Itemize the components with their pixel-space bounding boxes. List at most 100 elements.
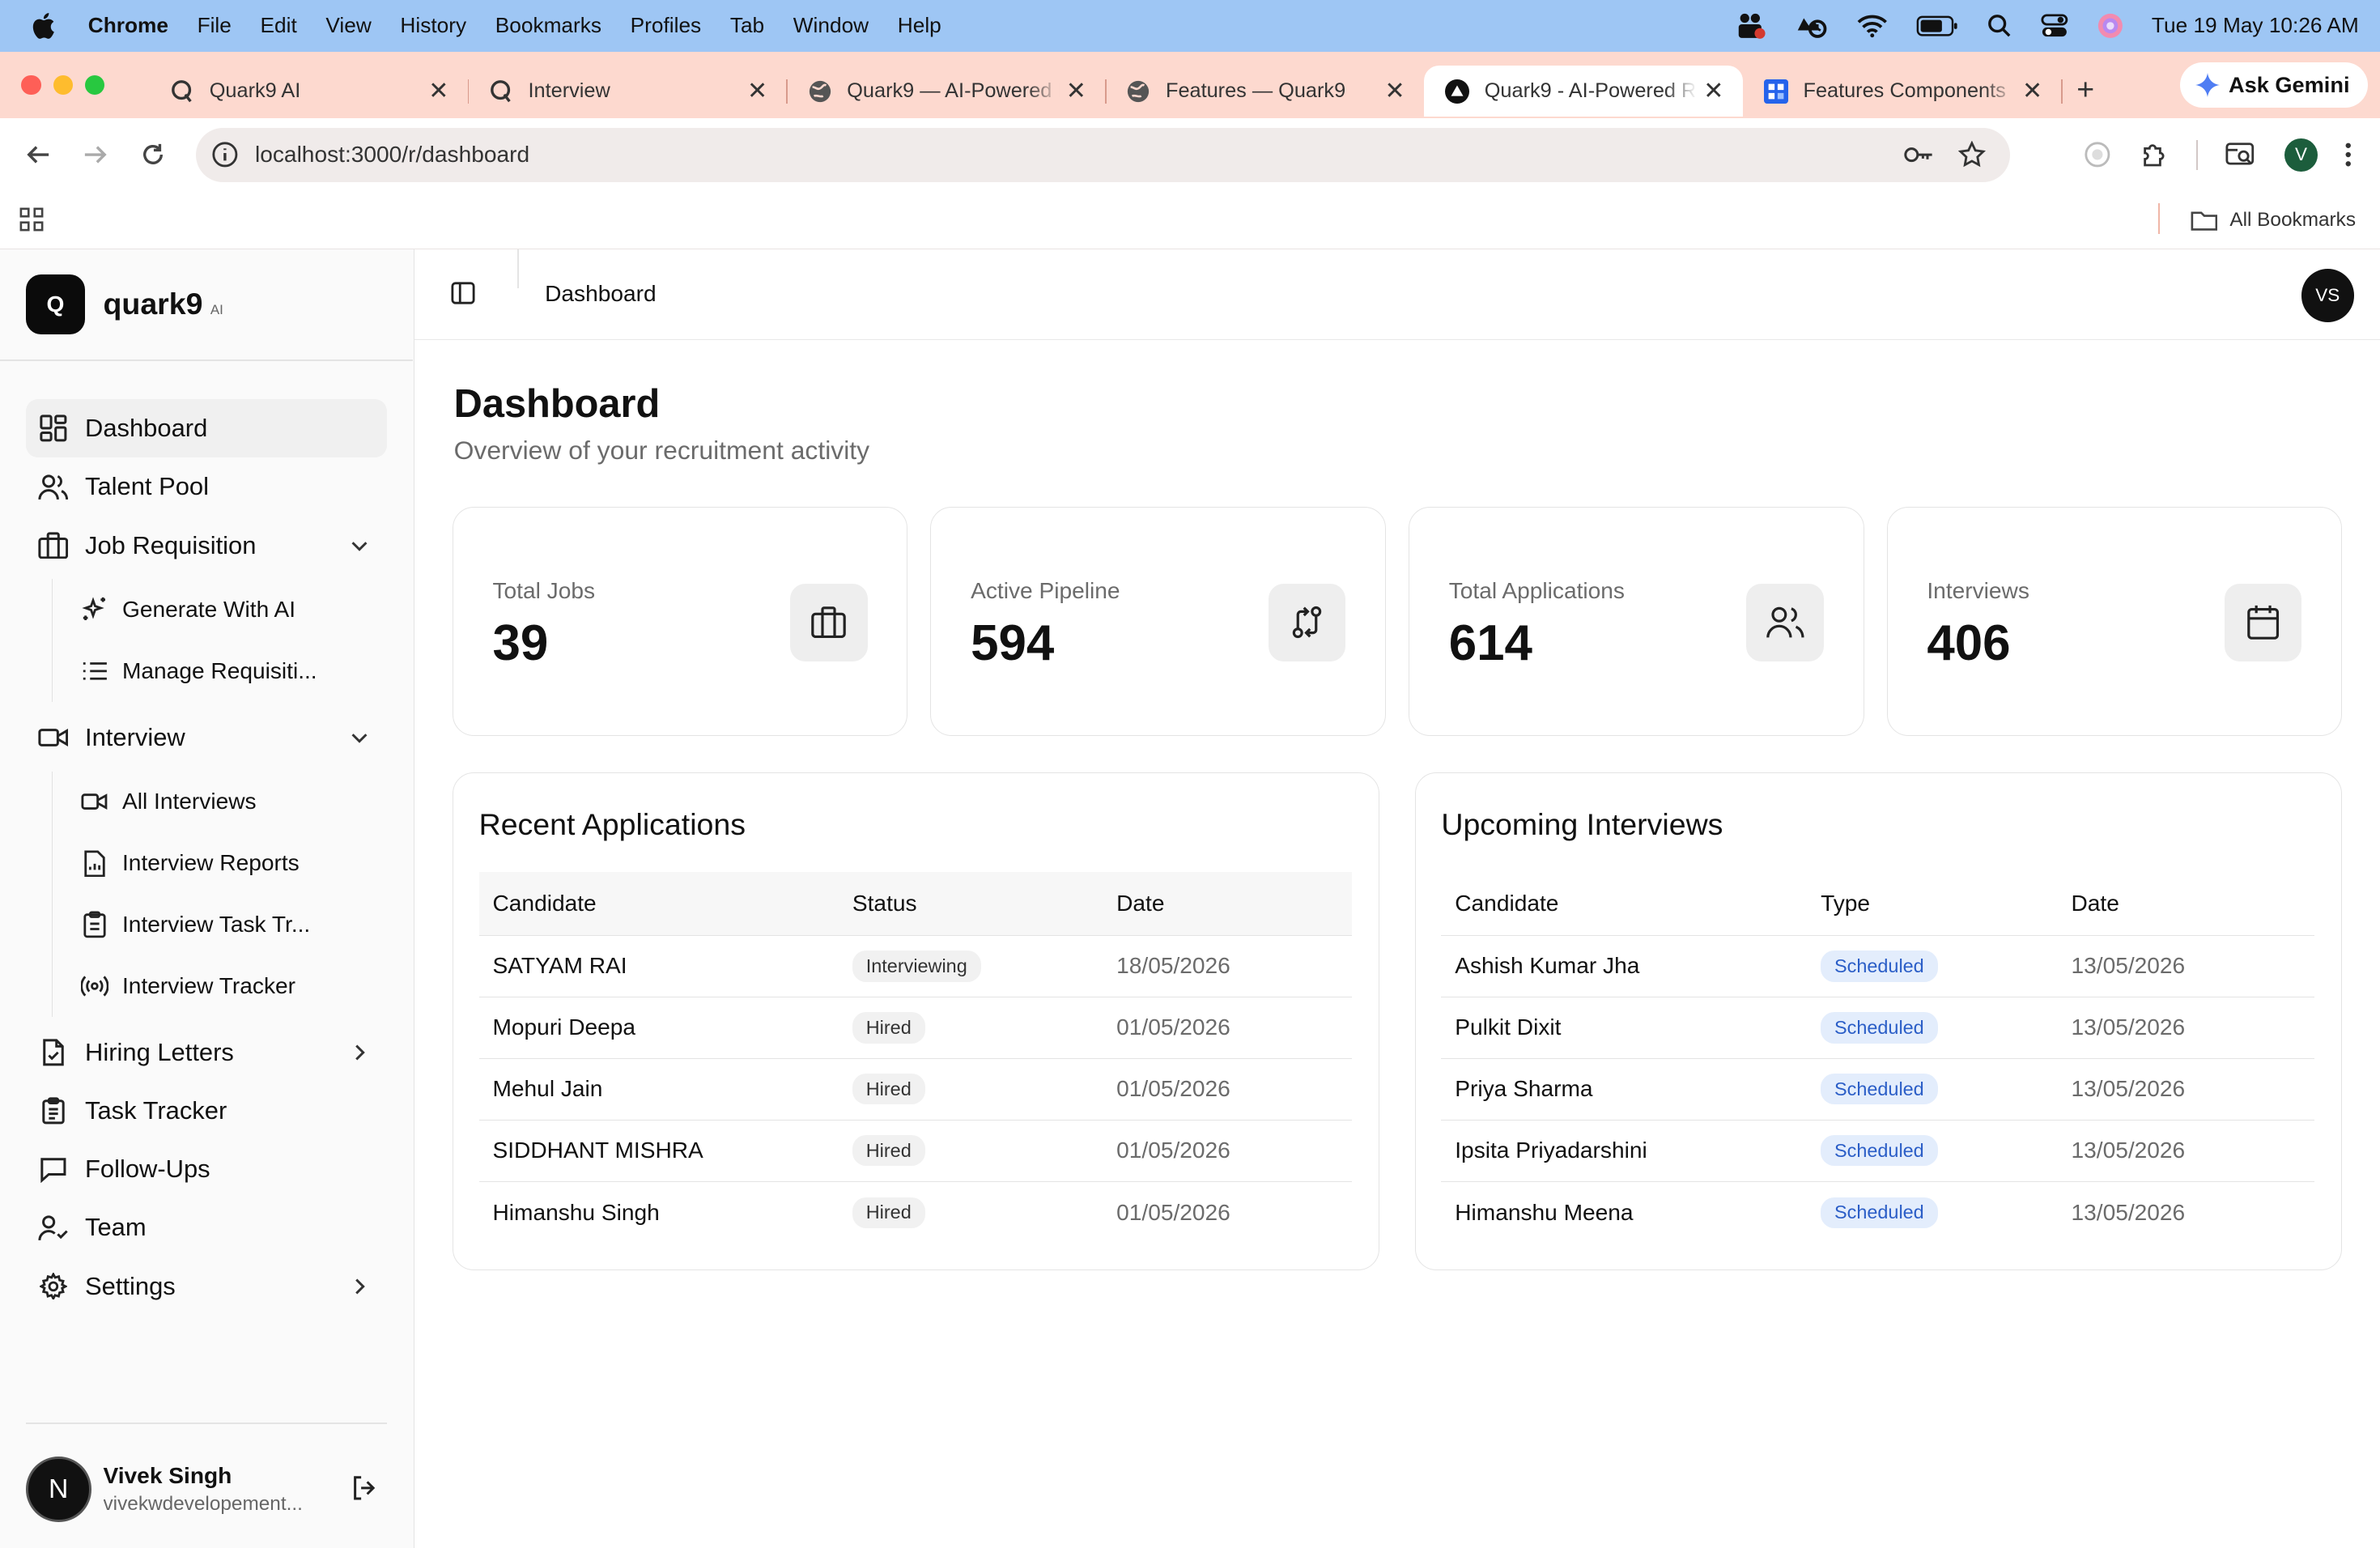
close-window-button[interactable] [21,74,41,96]
reload-icon[interactable] [125,126,182,184]
sidebar-item-interview[interactable]: Interview [26,708,387,767]
sidebar-item-settings[interactable]: Settings [26,1257,387,1316]
table-row[interactable]: Ipsita Priyadarshini Scheduled 13/05/202… [1441,1121,2314,1182]
sidebar-item-interview-tracker[interactable]: Interview Tracker [53,955,387,1017]
sidebar-item-dashboard[interactable]: Dashboard [25,399,388,458]
status-extension-icon[interactable] [1795,12,1828,40]
brand-logo[interactable]: Q quark9 AI [25,274,223,334]
battery-icon[interactable] [1916,15,1959,36]
chevron-down-icon[interactable] [347,534,372,558]
siri-icon[interactable] [2097,12,2124,40]
column-header[interactable]: Candidate [1441,891,1821,916]
minimize-window-button[interactable] [53,74,73,96]
sidebar-item-generate-with-ai[interactable]: Generate With AI [53,579,387,640]
breadcrumb[interactable]: Dashboard [545,281,657,307]
close-tab-icon[interactable]: ✕ [741,74,774,108]
browser-tab[interactable]: Quark9 AI ✕ [149,66,470,117]
profile-avatar[interactable]: V [2284,138,2318,172]
chevron-down-icon[interactable] [347,725,372,750]
maximize-window-button[interactable] [85,74,105,96]
column-header[interactable]: Status [852,891,1116,916]
chevron-right-icon[interactable] [347,1040,372,1065]
apps-grid-icon[interactable] [19,207,44,232]
sidebar-toggle-icon[interactable] [451,281,475,305]
sidebar-item-all-interviews[interactable]: All Interviews [53,772,387,833]
close-tab-icon[interactable]: ✕ [1697,74,1730,108]
menu-history[interactable]: History [400,13,466,38]
menu-bar-clock[interactable]: Tue 19 May 10:26 AM [2152,13,2359,38]
menu-bookmarks[interactable]: Bookmarks [495,13,601,38]
browser-tab[interactable]: Features Components ✕ [1743,66,2063,117]
stat-value: 39 [492,615,549,671]
extensions-puzzle-icon[interactable] [2140,141,2168,168]
sidebar-item-interview-task-tracker[interactable]: Interview Task Tr... [53,894,387,955]
sidebar-item-talent-pool[interactable]: Talent Pool [26,457,387,516]
menu-edit[interactable]: Edit [261,13,297,38]
table-row[interactable]: Pulkit Dixit Scheduled 13/05/2026 [1441,997,2314,1059]
sidebar-item-task-tracker[interactable]: Task Tracker [26,1082,387,1140]
menu-file[interactable]: File [198,13,232,38]
table-row[interactable]: Mopuri Deepa Hired 01/05/2026 [478,997,1352,1059]
tab-search-icon[interactable] [2225,141,2256,168]
browser-tab-active[interactable]: Quark9 - AI-Powered Recruitment ✕ [1423,65,1743,117]
browser-tab-strip: Quark9 AI ✕ Interview ✕ Quark9 — AI-Powe… [0,51,2380,119]
address-bar[interactable]: localhost:3000/r/dashboard [195,127,2010,182]
status-app-icon[interactable] [1736,12,1766,40]
back-arrow-icon[interactable] [9,126,66,184]
close-tab-icon[interactable]: ✕ [1379,74,1412,108]
menu-app-name[interactable]: Chrome [88,13,168,38]
sidebar-item-follow-ups[interactable]: Follow-Ups [26,1140,387,1198]
apple-icon[interactable] [31,12,58,40]
sidebar-item-hiring-letters[interactable]: Hiring Letters [26,1023,387,1082]
job-requisition-submenu: Generate With AI Manage Requisiti... [51,579,387,703]
chrome-menu-icon[interactable] [2345,142,2352,167]
column-header[interactable]: Date [1116,891,1164,916]
chevron-right-icon[interactable] [347,1274,372,1299]
menu-tab[interactable]: Tab [730,13,764,38]
bookmark-star-icon[interactable] [1957,141,1986,168]
logout-icon[interactable] [351,1474,378,1502]
all-bookmarks-button[interactable]: All Bookmarks [2191,191,2356,249]
sidebar-item-label: Talent Pool [85,472,209,501]
table-row[interactable]: Himanshu Meena Scheduled 13/05/2026 [1441,1182,2314,1244]
menu-profiles[interactable]: Profiles [631,13,702,38]
column-header[interactable]: Candidate [479,891,852,916]
table-row[interactable]: Priya Sharma Scheduled 13/05/2026 [1441,1059,2314,1121]
application-date: 01/05/2026 [1116,1199,1230,1225]
browser-tab[interactable]: Interview ✕ [468,66,788,117]
password-key-icon[interactable] [1903,144,1934,165]
table-row[interactable]: SATYAM RAI Interviewing 18/05/2026 [478,936,1352,997]
menu-view[interactable]: View [325,13,371,38]
forward-arrow-icon[interactable] [67,126,125,184]
close-tab-icon[interactable]: ✕ [2016,74,2049,108]
ask-gemini-button[interactable]: Ask Gemini [2180,62,2368,108]
browser-tab[interactable]: Quark9 — AI-Powered Recruitment ✕ [786,66,1107,117]
recent-applications-table: Candidate Status Date SATYAM RAI Intervi… [478,872,1352,1244]
wifi-icon[interactable] [1857,14,1888,38]
sidebar-item-manage-requisitions[interactable]: Manage Requisiti... [53,640,387,702]
control-center-icon[interactable] [2041,14,2068,38]
site-info-icon[interactable] [211,141,239,168]
table-row[interactable]: SIDDHANT MISHRA Hired 01/05/2026 [478,1121,1352,1182]
new-tab-button[interactable]: + [2061,66,2110,114]
close-tab-icon[interactable]: ✕ [1060,74,1093,108]
close-tab-icon[interactable]: ✕ [422,74,455,108]
column-header[interactable]: Type [1821,891,2071,916]
column-header[interactable]: Date [2072,891,2119,916]
sidebar-item-team[interactable]: Team [26,1198,387,1257]
table-row[interactable]: Mehul Jain Hired 01/05/2026 [478,1059,1352,1121]
header-avatar[interactable]: VS [2301,268,2355,322]
table-row[interactable]: Ashish Kumar Jha Scheduled 13/05/2026 [1441,936,2314,997]
browser-tab[interactable]: Features — Quark9 ✕ [1105,66,1424,117]
extension-spinner-icon[interactable] [2084,141,2111,168]
table-header: Candidate Status Date [478,872,1352,936]
menu-help[interactable]: Help [898,13,941,38]
candidate-name: Mopuri Deepa [492,1014,636,1040]
sidebar-item-job-requisition[interactable]: Job Requisition [26,517,387,575]
sidebar-item-interview-reports[interactable]: Interview Reports [53,832,387,894]
spotlight-search-icon[interactable] [1987,14,2012,38]
table-row[interactable]: Himanshu Singh Hired 01/05/2026 [479,1182,1352,1244]
menu-window[interactable]: Window [793,13,869,38]
user-profile[interactable]: N Vivek Singh vivekwdevelopement... [25,1454,387,1524]
url-text[interactable]: localhost:3000/r/dashboard [255,142,1903,168]
